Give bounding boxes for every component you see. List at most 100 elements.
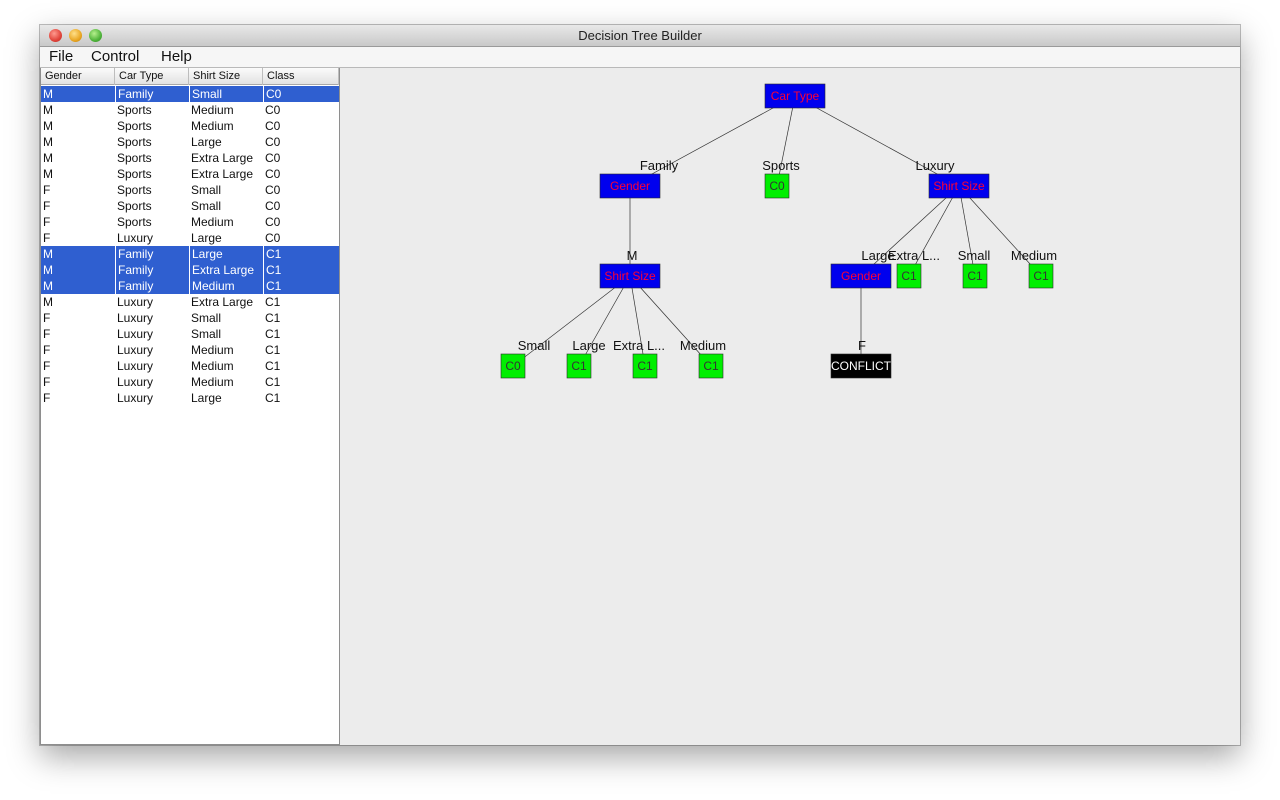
table-cell-gender: F [43,359,51,373]
table-row[interactable]: F Luxury Medium C1 [41,374,339,390]
table-cell-gender: F [43,375,51,389]
data-table[interactable]: Gender Car Type Shirt Size Class M Family Sma… [40,68,340,745]
table-cell-class: C0 [263,86,339,102]
table-cell-shirt-size: Small [189,86,263,102]
table-cell-shirt-size: Small [191,199,222,213]
tree-node-label: C1 [1033,269,1049,283]
table-cell-car-type: Luxury [117,327,154,341]
table-cell-gender: M [43,119,53,133]
table-cell-gender: M [43,295,53,309]
table-row[interactable]: M Luxury Extra Large C1 [41,294,339,310]
edge-label: Small [518,338,551,353]
edge-label: Medium [1011,248,1057,263]
tree-node-label: C0 [505,359,521,373]
table-cell-car-type: Sports [117,119,152,133]
column-header-car-type[interactable]: Car Type [115,68,189,85]
table-row[interactable]: F Luxury Medium C1 [41,342,339,358]
table-cell-car-type: Luxury [117,311,154,325]
table-cell-car-type: Sports [117,103,152,117]
table-cell-gender: M [43,151,53,165]
tree-node-label: Shirt Size [604,269,656,283]
edge-label: F [858,338,866,353]
table-cell-car-type: Luxury [117,343,154,357]
menu-help[interactable]: Help [161,48,192,65]
table-cell-car-type: Luxury [117,231,154,245]
edge-label: Small [958,248,991,263]
table-row[interactable]: F Luxury Small C1 [41,326,339,342]
table-cell-shirt-size: Medium [191,343,234,357]
table-cell-gender: F [43,327,51,341]
menu-bar: File Control Help [40,47,1240,68]
table-cell-class: C0 [265,183,281,197]
edge-label: Luxury [915,158,955,173]
table-cell-shirt-size: Medium [189,278,263,294]
table-cell-shirt-size: Medium [191,359,234,373]
table-row[interactable]: M Sports Medium C0 [41,102,339,118]
table-row[interactable]: M Sports Medium C0 [41,118,339,134]
table-cell-class: C0 [265,135,281,149]
tree-node-label: C1 [703,359,719,373]
table-cell-car-type: Luxury [117,359,154,373]
edge-label: Large [572,338,605,353]
table-cell-class: C0 [265,119,281,133]
table-cell-shirt-size: Extra Large [191,167,254,181]
table-cell-shirt-size: Small [191,327,222,341]
table-row[interactable]: M Family Small C0 [41,86,339,102]
table-cell-car-type: Sports [117,167,152,181]
table-cell-class: C1 [265,311,281,325]
table-row[interactable]: F Luxury Small C1 [41,310,339,326]
table-row[interactable]: M Sports Large C0 [41,134,339,150]
tree-node-label: C1 [571,359,587,373]
table-cell-class: C0 [265,199,281,213]
table-cell-car-type: Sports [117,215,152,229]
table-cell-gender: F [43,343,51,357]
zoom-window-icon[interactable] [89,29,102,42]
tree-node-label: Gender [610,179,650,193]
edge-label: Extra L... [613,338,665,353]
table-row[interactable]: M Family Extra Large C1 [41,262,339,278]
table-cell-car-type: Luxury [117,375,154,389]
table-row[interactable]: M Family Medium C1 [41,278,339,294]
table-row[interactable]: F Sports Small C0 [41,182,339,198]
app-window: Decision Tree Builder File Control Help … [40,25,1240,745]
title-bar[interactable]: Decision Tree Builder [40,25,1240,47]
table-cell-car-type: Sports [117,151,152,165]
table-cell-shirt-size: Extra Large [191,295,254,309]
menu-file[interactable]: File [49,48,73,65]
table-cell-car-type: Sports [117,135,152,149]
table-row[interactable]: M Sports Extra Large C0 [41,150,339,166]
edge-label: Family [640,158,679,173]
window-title: Decision Tree Builder [578,28,702,43]
table-cell-class: C1 [263,262,339,278]
edge-label: M [627,248,638,263]
close-window-icon[interactable] [49,29,62,42]
decision-tree: Family Sports Luxury M Small Large Extra L... M… [500,83,1057,379]
tree-canvas[interactable]: Family Sports Luxury M Small Large Extra L... M… [340,68,1240,745]
column-header-gender[interactable]: Gender [41,68,115,85]
table-row[interactable]: F Luxury Large C0 [41,230,339,246]
table-cell-shirt-size: Small [191,183,222,197]
table-cell-class: C0 [265,215,281,229]
tree-node-label: Gender [841,269,881,283]
table-cell-gender: F [43,199,51,213]
table-cell-class: C1 [265,391,281,405]
tree-node-label: C1 [637,359,653,373]
table-cell-class: C1 [265,343,281,357]
edge-label: Medium [680,338,726,353]
table-row[interactable]: F Sports Small C0 [41,198,339,214]
table-cell-shirt-size: Large [189,246,263,262]
column-header-shirt-size[interactable]: Shirt Size [189,68,263,85]
table-row[interactable]: F Luxury Medium C1 [41,358,339,374]
table-cell-car-type: Sports [117,183,152,197]
table-cell-gender: M [43,279,53,293]
table-cell-shirt-size: Large [191,135,222,149]
table-row[interactable]: F Sports Medium C0 [41,214,339,230]
table-cell-gender: M [43,87,53,101]
column-header-class[interactable]: Class [263,68,339,85]
table-cell-class: C0 [265,103,281,117]
table-row[interactable]: F Luxury Large C1 [41,390,339,406]
table-row[interactable]: M Family Large C1 [41,246,339,262]
minimize-window-icon[interactable] [69,29,82,42]
table-row[interactable]: M Sports Extra Large C0 [41,166,339,182]
menu-control[interactable]: Control [91,48,139,65]
